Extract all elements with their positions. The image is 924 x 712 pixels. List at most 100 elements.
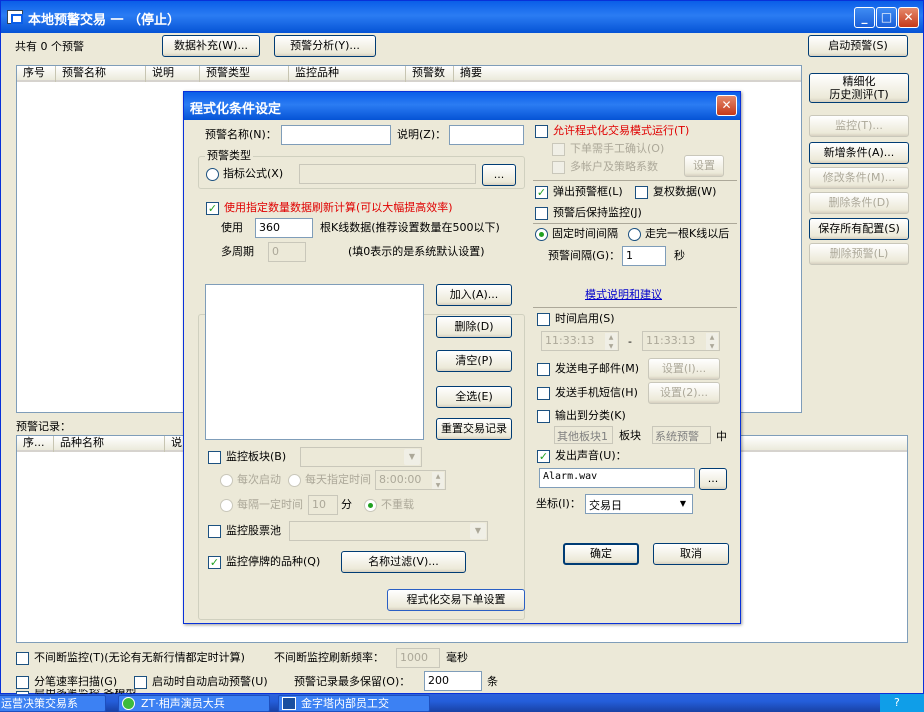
formula-radio[interactable] <box>206 168 219 181</box>
use-data-checkbox[interactable]: ✓ <box>206 202 219 215</box>
no-reload-radio[interactable] <box>364 499 377 512</box>
keep-records-input[interactable]: 200 <box>424 671 482 691</box>
ok-button[interactable]: 确定 <box>563 543 639 565</box>
multi-period-input[interactable]: 0 <box>268 242 306 262</box>
time-enable-checkbox[interactable] <box>537 313 550 326</box>
coord-combo[interactable]: 交易日 ▼ <box>585 494 693 514</box>
dialog-title-bar[interactable]: 程式化条件设定 ✕ <box>184 92 740 120</box>
email-checkbox[interactable] <box>537 363 550 376</box>
interval-radio[interactable] <box>220 499 233 512</box>
col-rec-index[interactable]: 序... <box>17 436 54 452</box>
col-rec-item[interactable]: 品种名称 <box>54 436 165 452</box>
stock-list[interactable] <box>205 284 424 440</box>
sound-checkbox[interactable]: ✓ <box>537 450 550 463</box>
output-class-checkbox[interactable] <box>537 410 550 423</box>
chevron-down-icon: ▼ <box>404 449 420 465</box>
cancel-button[interactable]: 取消 <box>653 543 729 565</box>
monitor-sector-checkbox[interactable] <box>208 451 221 464</box>
sound-label: 发出声音(U)： <box>555 449 627 462</box>
formula-input[interactable] <box>299 164 476 184</box>
formula-label: 指标公式(X) <box>223 167 284 180</box>
tick-scan-checkbox[interactable] <box>16 676 29 689</box>
monitor-sector-label: 监控板块(B) <box>226 450 287 463</box>
sound-browse-button[interactable]: ... <box>699 468 727 490</box>
clear-stock-button[interactable]: 清空(P) <box>436 350 512 372</box>
manual-confirm-checkbox[interactable] <box>552 143 565 156</box>
reset-trade-button[interactable]: 重置交易记录 <box>436 418 512 440</box>
alert-interval-input[interactable]: 1 <box>622 246 666 266</box>
interval-input[interactable]: 10 <box>308 495 338 515</box>
remove-stock-button[interactable]: 删除(D) <box>436 316 512 338</box>
trade-setting-button[interactable]: 设置 <box>684 155 724 177</box>
col-index[interactable]: 序号 <box>17 66 56 82</box>
delete-alert-button[interactable]: 删除预警(L) <box>809 243 909 265</box>
maximize-icon[interactable]: □ <box>876 7 897 28</box>
stock-pool-checkbox[interactable] <box>208 525 221 538</box>
each-start-radio[interactable] <box>220 474 233 487</box>
modify-condition-button[interactable]: 修改条件(M)... <box>809 167 909 189</box>
close-icon[interactable]: ✕ <box>898 7 919 28</box>
fixed-interval-radio[interactable] <box>535 228 548 241</box>
spin-icon[interactable]: ▲ ▼ <box>605 333 617 350</box>
bar-finish-radio[interactable] <box>628 228 641 241</box>
formula-browse-button[interactable]: ... <box>482 164 516 186</box>
multi-account-checkbox[interactable] <box>552 161 565 174</box>
save-config-button[interactable]: 保存所有配置(S) <box>809 218 909 240</box>
refine-backtest-button[interactable]: 精细化 历史测评(T) <box>809 73 909 103</box>
auto-start-checkbox[interactable] <box>134 676 147 689</box>
alert-analysis-button[interactable]: 预警分析(Y)... <box>274 35 376 57</box>
system-alert-field[interactable]: 系统预警 <box>652 426 711 444</box>
bars-count-input[interactable]: 360 <box>255 218 313 238</box>
sector-word: 板块 <box>619 429 641 442</box>
continuous-monitor-checkbox[interactable] <box>16 652 29 665</box>
alert-type-group-label: 预警类型 <box>205 149 253 163</box>
allow-trade-checkbox[interactable] <box>535 125 548 138</box>
add-condition-button[interactable]: 新增条件(A)... <box>809 142 909 164</box>
col-alert-type[interactable]: 预警类型 <box>200 66 289 82</box>
help-icon[interactable]: ? <box>894 696 900 709</box>
minimize-icon[interactable]: _ <box>854 7 875 28</box>
taskbar-item-3[interactable]: 金字塔内部员工交 <box>278 695 430 712</box>
order-settings-button[interactable]: 程式化交易下单设置 <box>387 589 525 611</box>
col-desc[interactable]: 说明 <box>146 66 200 82</box>
add-stock-button[interactable]: 加入(A)... <box>436 284 512 306</box>
email-setting-button[interactable]: 设置(I)... <box>648 358 720 380</box>
popup-checkbox[interactable]: ✓ <box>535 186 548 199</box>
sms-setting-button[interactable]: 设置(2)... <box>648 382 720 404</box>
spin-icon[interactable]: ▲ ▼ <box>432 472 444 489</box>
monitor-button[interactable]: 监控(T)... <box>809 115 909 137</box>
daily-time-input[interactable]: 8:00:00 ▲ ▼ <box>375 470 446 490</box>
adjust-checkbox[interactable] <box>635 186 648 199</box>
name-filter-button[interactable]: 名称过滤(V)... <box>341 551 466 573</box>
sms-checkbox[interactable] <box>537 387 550 400</box>
data-supplement-button[interactable]: 数据补充(W)... <box>162 35 260 57</box>
desc-input[interactable] <box>449 125 524 145</box>
sector-combo[interactable]: ▼ <box>300 447 422 467</box>
col-alert-count[interactable]: 预警数 <box>406 66 454 82</box>
select-all-button[interactable]: 全选(E) <box>436 386 512 408</box>
time-end-input[interactable]: 11:33:13 ▲ ▼ <box>642 331 720 351</box>
col-alert-name[interactable]: 预警名称 <box>56 66 146 82</box>
refresh-freq-input[interactable]: 1000 <box>396 648 440 668</box>
spin-icon[interactable]: ▲ ▼ <box>706 333 718 350</box>
keep-monitor-checkbox[interactable] <box>535 207 548 220</box>
sound-file-input[interactable]: Alarm.wav <box>539 468 695 488</box>
time-start-input[interactable]: 11:33:13 ▲ ▼ <box>541 331 619 351</box>
zero-hint-label: (填0表示的是系统默认设置) <box>348 245 485 258</box>
delete-condition-button[interactable]: 删除条件(D) <box>809 192 909 214</box>
col-summary[interactable]: 摘要 <box>454 66 801 82</box>
taskbar-item-2[interactable]: ZT·相声演员大兵 <box>118 695 270 712</box>
col-monitor-item[interactable]: 监控品种 <box>289 66 406 82</box>
alert-name-input[interactable] <box>281 125 391 145</box>
other-sector-field[interactable]: 其他板块1 <box>554 426 613 444</box>
suspended-checkbox[interactable]: ✓ <box>208 556 221 569</box>
stock-pool-combo[interactable]: ▼ <box>289 521 488 541</box>
middle-word: 中 <box>716 430 727 443</box>
taskbar-item-1[interactable]: 运营决策交易系 <box>0 695 106 712</box>
main-title-bar[interactable]: 本地预警交易 一 （停止） _ □ ✕ <box>1 1 923 33</box>
daily-time-radio[interactable] <box>288 474 301 487</box>
mode-help-link[interactable]: 模式说明和建议 <box>585 288 662 302</box>
dialog-close-icon[interactable]: ✕ <box>716 95 737 116</box>
start-alert-button[interactable]: 启动预警(S) <box>808 35 908 57</box>
keep-records-unit: 条 <box>487 675 498 688</box>
